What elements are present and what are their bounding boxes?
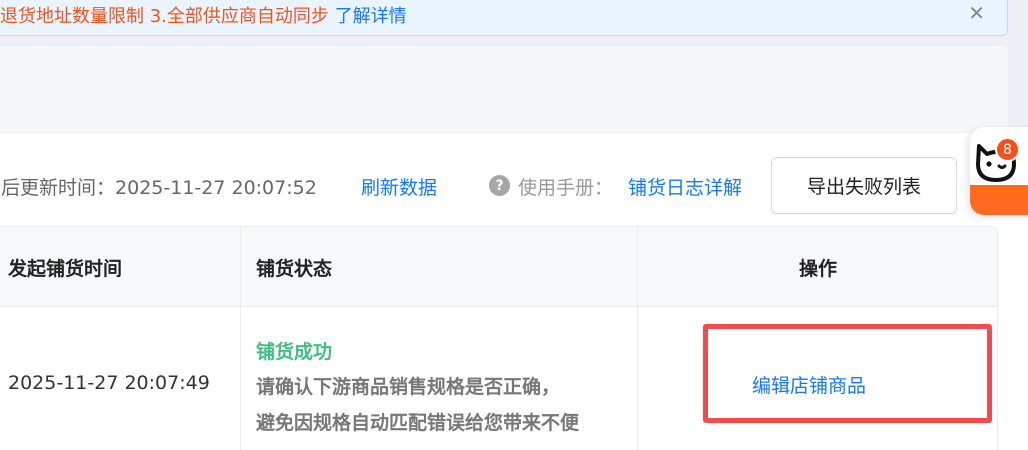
notice-learn-more-link[interactable]: 了解详情 bbox=[335, 6, 407, 27]
last-updated-time: 2025-11-27 20:07:52 bbox=[115, 177, 317, 199]
column-header-action: 操作 bbox=[798, 258, 837, 280]
status-description-line-2: 避免因规格自动匹配错误给您带来不便 bbox=[256, 412, 580, 434]
notice-banner: 退货地址数量限制 3.全部供应商自动同步 了解详情 ✕ bbox=[0, 0, 1008, 36]
table-header: 发起铺货时间 铺货状态 操作 bbox=[0, 227, 997, 307]
column-header-time: 发起铺货时间 bbox=[8, 258, 123, 280]
cell-distribution-time: 2025-11-27 20:07:49 bbox=[8, 372, 210, 394]
question-circle-icon: ? bbox=[489, 175, 510, 196]
last-updated-label: 最后更新时间： bbox=[0, 177, 116, 199]
column-divider bbox=[637, 227, 638, 450]
manual-distribution-log-link[interactable]: 铺货日志详解 bbox=[628, 173, 742, 200]
notice-warning-text: 退货地址数量限制 3.全部供应商自动同步 bbox=[0, 6, 329, 27]
close-icon[interactable]: ✕ bbox=[968, 1, 985, 25]
column-divider bbox=[240, 227, 241, 450]
last-updated-text: 最后更新时间：2025-11-27 20:07:52 bbox=[0, 173, 317, 200]
manual-label: 使用手册： bbox=[518, 177, 614, 199]
status-success-label: 铺货成功 bbox=[256, 341, 333, 363]
highlight-annotation-box bbox=[703, 324, 992, 423]
column-header-status: 铺货状态 bbox=[256, 258, 333, 280]
refresh-data-link[interactable]: 刷新数据 bbox=[361, 173, 437, 200]
status-description-line-1: 请确认下游商品销售规格是否正确， bbox=[256, 376, 561, 398]
notification-badge: 8 bbox=[995, 137, 1020, 162]
notice-text: 退货地址数量限制 3.全部供应商自动同步 了解详情 bbox=[0, 2, 407, 28]
assistant-accent-bar bbox=[970, 185, 1028, 215]
filter-panel bbox=[0, 46, 1008, 132]
export-failed-list-button[interactable]: 导出失败列表 bbox=[771, 157, 957, 214]
